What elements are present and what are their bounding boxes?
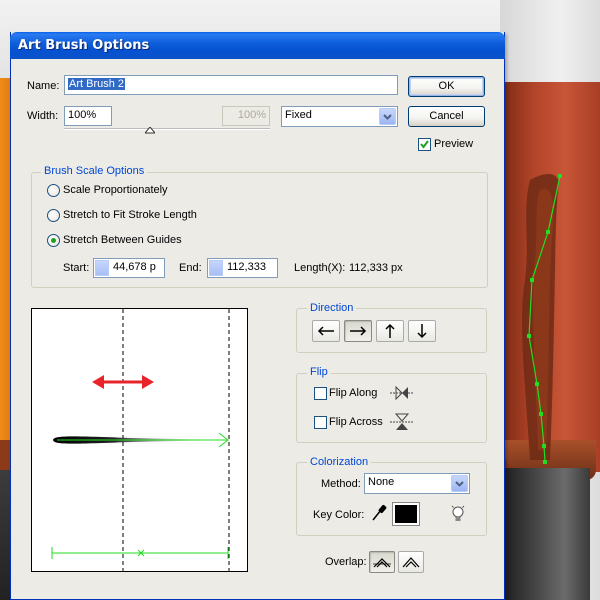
end-input[interactable]: 112,333 [207,258,278,278]
start-input[interactable]: 44,678 p [93,258,165,278]
lightbulb-icon[interactable] [451,505,465,523]
scale-proportionately-label: Scale Proportionately [63,184,168,196]
flip-across-checkbox[interactable] [314,416,327,429]
width-label: Width: [27,110,59,122]
name-label: Name: [27,80,60,92]
preview-checkbox[interactable] [418,138,431,151]
up-arrow-icon [385,323,395,338]
flip-along-icon [390,385,414,401]
method-value: None [368,476,395,488]
method-select[interactable]: None [364,473,470,494]
overlap-option-1-button[interactable] [369,551,395,573]
stretch-between-guides-label: Stretch Between Guides [63,234,182,246]
length-value: 112,333 px [349,262,403,274]
direction-title: Direction [307,302,357,314]
art-brush-options-dialog: Art Brush Options Name: Art Brush 2 OK W… [10,32,505,600]
direction-right-button[interactable] [344,320,372,342]
width-mode-select[interactable]: Fixed [281,106,398,127]
width-input[interactable]: 100% [64,106,112,126]
stretch-between-guides-radio[interactable] [47,234,60,247]
spinner-icon[interactable] [95,260,109,276]
flip-along-label: Flip Along [329,387,378,399]
left-arrow-icon [317,326,334,336]
checkmark-icon [420,140,429,149]
scale-proportionately-radio[interactable] [47,184,60,197]
cancel-button[interactable]: Cancel [408,106,485,127]
flip-across-icon [390,413,414,430]
flip-title: Flip [307,366,331,378]
key-color-label: Key Color: [313,509,365,521]
down-arrow-icon [417,324,427,339]
brush-stroke-artwork [522,174,562,464]
chevron-down-icon[interactable] [451,475,468,492]
direction-left-button[interactable] [312,320,340,342]
stretch-to-fit-radio[interactable] [47,209,60,222]
start-label: Start: [63,262,90,274]
width-mode-value: Fixed [285,109,312,121]
right-arrow-icon [350,326,367,336]
direction-down-button[interactable] [408,320,436,342]
brush-preview[interactable] [31,308,248,573]
stretch-to-fit-label: Stretch to Fit Stroke Length [63,209,197,221]
preview-label: Preview [434,138,474,150]
length-label: Length(X): [294,262,346,274]
overlap-label: Overlap: [325,556,367,568]
brush-scale-options-title: Brush Scale Options [41,165,148,177]
overlap-no-adjust-icon [402,557,420,568]
dialog-title: Art Brush Options [18,38,150,53]
width-slider-thumb[interactable] [145,127,155,134]
spinner-icon[interactable] [209,260,223,276]
name-input[interactable]: Art Brush 2 [64,75,398,95]
end-label: End: [179,262,202,274]
flip-across-label: Flip Across [329,416,383,428]
chevron-down-icon[interactable] [379,108,396,125]
colorization-title: Colorization [307,456,372,468]
flip-along-checkbox[interactable] [314,387,327,400]
method-label: Method: [321,478,361,490]
width-slider-track[interactable] [64,128,270,130]
name-input-value: Art Brush 2 [68,78,126,90]
width-max-input: 100% [222,106,270,126]
key-color-swatch[interactable] [392,502,420,526]
overlap-adjust-icon [373,558,391,568]
dialog-title-bar[interactable]: Art Brush Options [10,32,505,59]
ok-button[interactable]: OK [408,76,485,97]
eyedropper-icon[interactable] [371,504,387,522]
overlap-option-2-button[interactable] [398,551,424,573]
direction-up-button[interactable] [376,320,404,342]
brush-preview-graphic [51,309,230,573]
